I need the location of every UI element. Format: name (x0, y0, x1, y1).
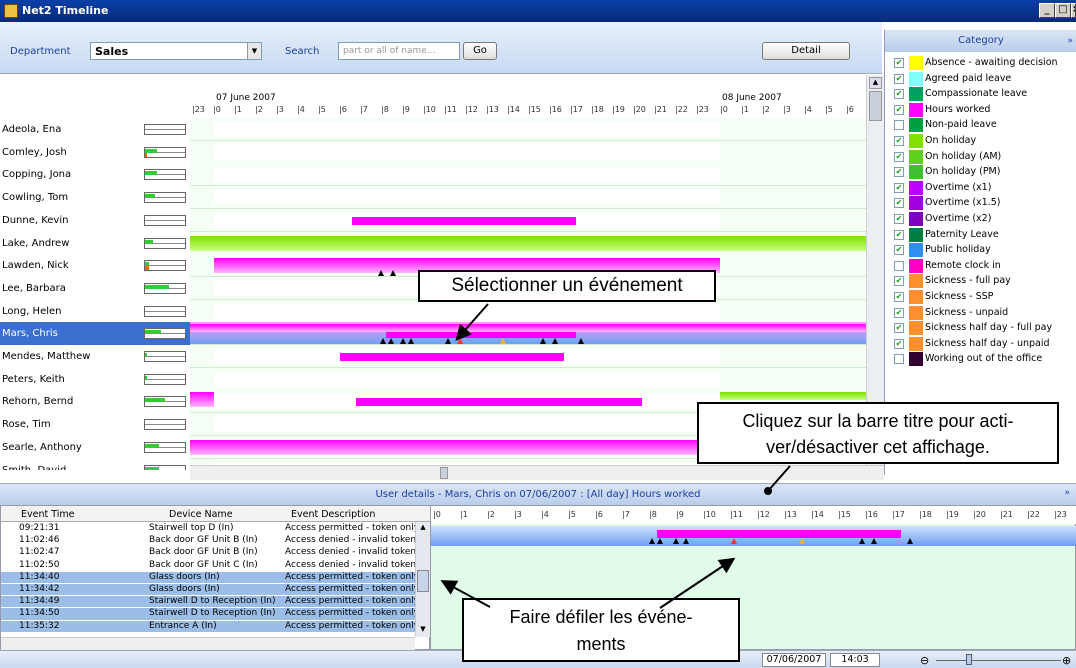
callout-arrows (440, 303, 791, 609)
arrow-to-toggle (767, 465, 791, 492)
arrow-to-detail-event (659, 557, 736, 609)
arrow-to-event (455, 303, 489, 341)
arrow-to-list (440, 580, 491, 608)
